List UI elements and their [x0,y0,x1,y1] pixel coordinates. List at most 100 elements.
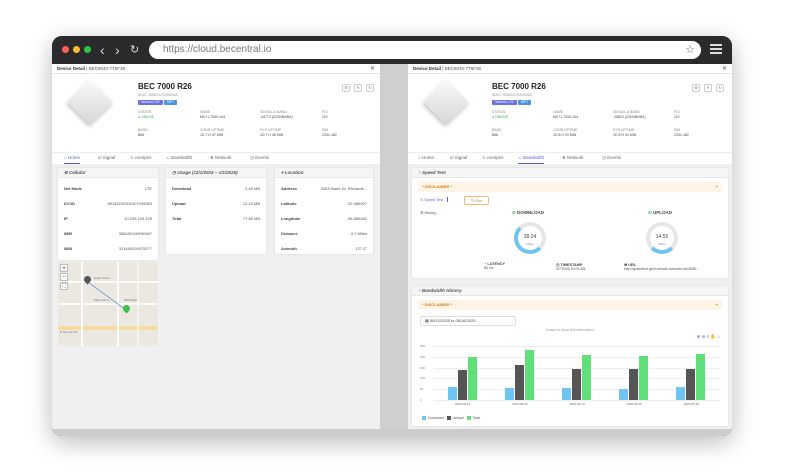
bar-upload[interactable] [457,369,467,400]
download-value: 38.24 [523,234,537,240]
tab-analysis[interactable]: ∿ Analysis [482,153,504,163]
tab-events[interactable]: ◷ Events [250,153,269,163]
tab-analysis[interactable]: ∿ Analysis [130,153,152,163]
carrier-badge: Verizon LTE [138,100,163,105]
tab-signal[interactable]: ııl Signal [450,153,467,163]
row-value: 356289100930467 [118,231,152,236]
y-tick-label: 100 [420,376,426,381]
info-label: SYS UPTIME [613,128,635,132]
bar-download[interactable] [619,388,629,400]
tab-label: Signal [454,155,468,160]
edit-icon[interactable]: ✎ [704,84,712,92]
bar-download[interactable] [676,386,686,400]
close-window-icon[interactable] [62,46,69,53]
tab-bandwidth[interactable]: ⊥ Bandwidth [518,153,545,164]
usage-row: Download 5.45 MB [172,186,260,191]
magnify-icon[interactable]: ⌕ [707,334,710,339]
zoom-out-button[interactable]: − [60,273,68,281]
row-key: IP [64,216,68,221]
settings-icon[interactable]: ⚙ [342,84,350,92]
back-icon[interactable]: ‹ [100,42,105,58]
y-tick-label: 50 [420,387,424,392]
expand-icon[interactable]: + [716,182,718,192]
close-panel-icon[interactable]: ✕ [722,64,727,74]
carrier-badge: Verizon LTE [492,100,517,105]
settings-icon[interactable]: ⚙ [692,84,700,92]
bar-upload[interactable] [686,368,696,400]
bar-total[interactable] [582,354,591,400]
legend-total[interactable]: Total [466,416,480,421]
minimize-window-icon[interactable] [73,46,80,53]
device-image [423,79,469,125]
device-name: BEC 7000 R26 [492,82,546,91]
bar-download[interactable] [447,387,457,400]
bar-total[interactable] [467,356,477,400]
reset-home-icon[interactable]: ⌂ [717,334,720,339]
card-title: ◷ Usage (12/1/2024 ~ 1/1/2025) [166,168,266,178]
bookmark-star-icon[interactable]: ☆ [685,43,695,57]
row-value: 5.45 MB [245,186,260,191]
bar-total[interactable] [696,353,706,400]
url-value: http://speedtest.gstrl.newark.comcast.ne… [624,267,700,271]
history-link[interactable]: ☰ History [420,210,436,215]
bar-upload[interactable] [514,365,524,400]
location-map[interactable]: Eagle Drive Marie Drive E Renner Rd Mill… [58,262,158,346]
legend-download[interactable]: Download [422,416,444,421]
location-row: Address 3303 Marie Dr, Richards... [281,186,367,191]
tab-label: Events [255,155,269,160]
speed-disclaimer[interactable]: * DISCLAIMER * + [418,182,722,192]
edit-icon[interactable]: ✎ [354,84,362,92]
row-value: 127.2° [355,246,367,251]
tab-signal[interactable]: ııl Signal [98,153,115,163]
address-bar[interactable]: https://cloud.becentral.io ☆ [149,41,701,59]
legend-upload[interactable]: Upload [446,416,464,421]
info-label: SIGNAL & BAND [613,110,640,114]
tab-network[interactable]: ⊕ Network [210,153,232,163]
speed-test-tab[interactable]: ⊙ Speed Test [420,197,449,202]
date-range-picker[interactable]: ▦ 05/12/2025 to 05/16/2025 [420,316,516,326]
usage-row: Total 77.89 MB [172,216,260,221]
row-value: 77.89 MB [242,216,260,221]
x-tick-label: 2025-05-13 [512,402,528,406]
tab-events[interactable]: ◷ Events [602,153,621,163]
pan-icon[interactable]: ✋ [710,334,716,339]
cellular-row: IMSI 311480029475277 [64,246,152,251]
forward-icon[interactable]: › [115,42,120,58]
bar-total[interactable] [524,350,534,400]
close-panel-icon[interactable]: ✕ [370,64,375,74]
zoom-in-button[interactable]: + [60,264,68,272]
zoom-out-icon[interactable]: ⊖ [702,334,706,339]
upload-label: ⊙ UPLOAD [648,210,673,215]
info-value: 1331-182 [674,133,689,137]
bar-upload[interactable] [629,368,639,400]
device-detail-panel-right: Device Detail | BEC8040-7T6F38 ✕ BEC 700… [408,64,732,429]
bar-total[interactable] [639,355,649,400]
device-image [67,79,113,125]
run-button[interactable]: ↻ Run [464,196,490,205]
tab-label: Network [567,155,584,160]
tab-bandwidth[interactable]: ⊥ Bandwidth [166,153,192,163]
tab-home[interactable]: ⌂ Home [64,153,80,164]
upload-label-text: UPLOAD [653,210,673,215]
bar-upload[interactable] [572,368,581,400]
info-value: B66 [492,133,499,137]
hamburger-menu-icon[interactable] [710,44,722,54]
info-value: MX7-L7000-104 [553,115,579,119]
refresh-icon[interactable]: ↻ [366,84,374,92]
refresh-icon[interactable]: ↻ [716,84,724,92]
panel-title: Device Detail [413,66,442,71]
bar-download[interactable] [562,388,571,400]
zoom-in-icon[interactable]: ⊕ [697,334,701,339]
maximize-window-icon[interactable] [84,46,91,53]
bandwidth-disclaimer[interactable]: * DISCLAIMER * + [418,300,722,310]
fullscreen-icon[interactable]: ⛶ [60,282,68,290]
date-range-text: 05/12/2025 to 05/16/2025 [429,318,476,323]
timestamp-info: ◷ TIMESTAMP 4/7/2025 10:03 AM [556,263,586,271]
info-label: PCI [674,110,680,114]
tab-network[interactable]: ⊕ Network [562,153,584,163]
tab-home[interactable]: ⌂ Home [418,153,434,163]
row-value: 3303 Marie Dr, Richards... [320,186,367,191]
expand-icon[interactable]: + [716,300,718,310]
bar-download[interactable] [504,388,514,400]
reload-icon[interactable]: ↻ [130,42,139,58]
